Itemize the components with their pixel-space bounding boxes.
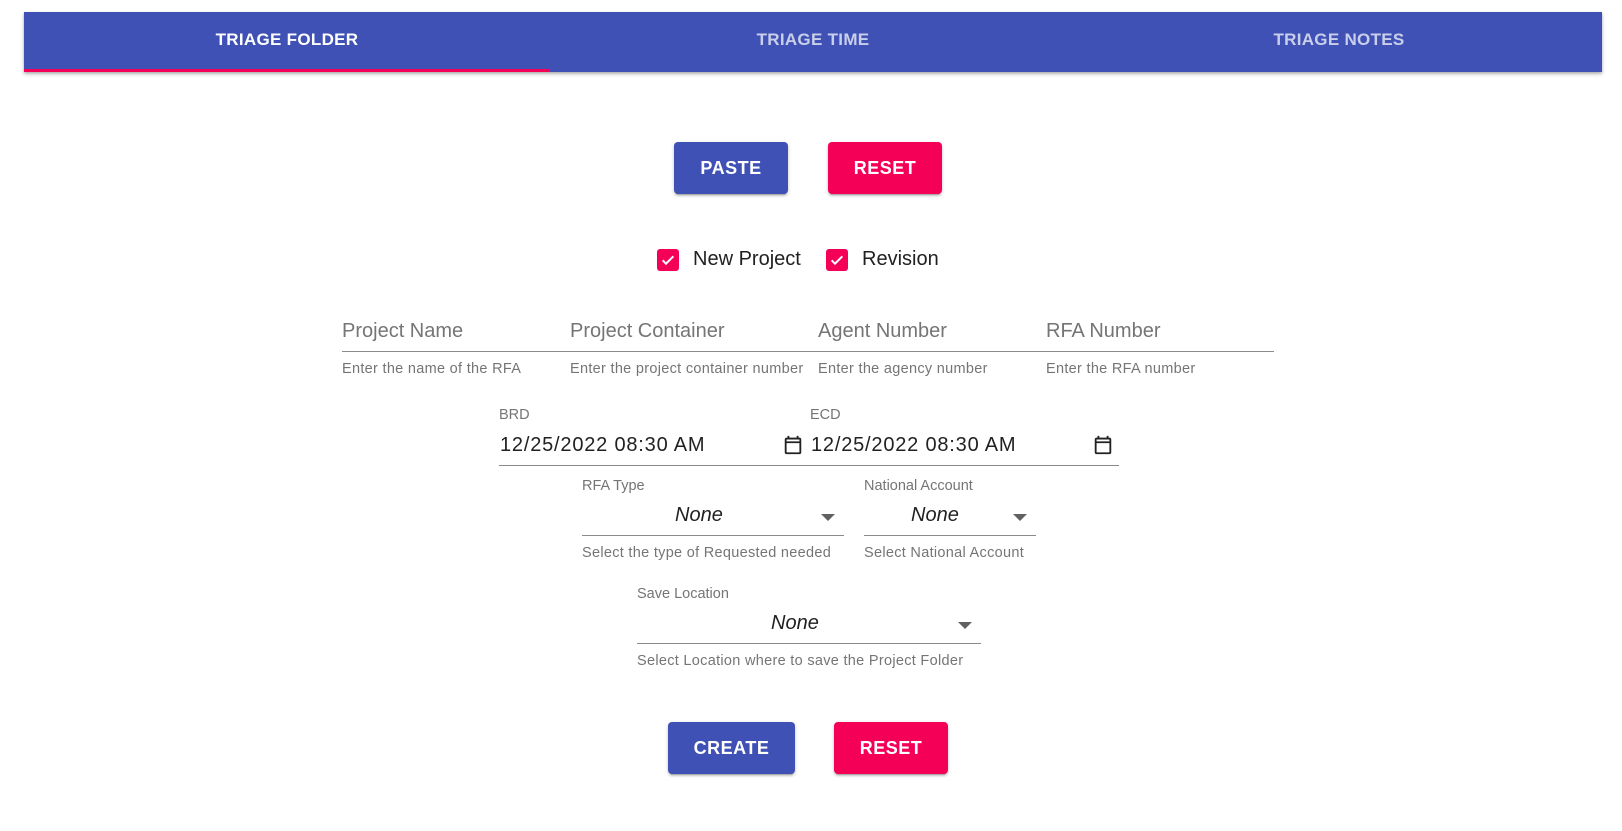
project-container-helper: Enter the project container number [570,361,804,377]
rfa-number-helper: Enter the RFA number [1046,361,1196,377]
text-fields-underline [342,351,1274,352]
national-account-select[interactable]: None [911,504,959,527]
checkbox-checked-icon[interactable] [657,248,679,271]
paste-button[interactable]: PASTE [674,142,788,194]
checkbox-checked-icon[interactable] [826,248,848,271]
brd-date-input[interactable]: 12/25/2022 08:30 AM [500,434,705,457]
reset-bottom-button[interactable]: RESET [834,722,948,774]
tab-triage-time[interactable]: TRIAGE TIME [550,12,1076,72]
date-fields-underline [499,465,1119,466]
project-name-helper: Enter the name of the RFA [342,361,522,377]
reset-top-button[interactable]: RESET [828,142,942,194]
rfa-number-input[interactable]: RFA Number [1046,320,1160,343]
dropdown-arrow-icon[interactable] [821,514,835,521]
tab-triage-notes[interactable]: TRIAGE NOTES [1076,12,1602,72]
new-project-label: New Project [693,248,801,270]
ecd-label: ECD [810,407,841,423]
dropdown-arrow-icon[interactable] [958,622,972,629]
rfa-type-select[interactable]: None [675,504,723,527]
ecd-date-input[interactable]: 12/25/2022 08:30 AM [811,434,1016,457]
tab-triage-folder[interactable]: TRIAGE FOLDER [24,12,550,72]
calendar-icon[interactable] [1092,434,1114,456]
tab-bar: TRIAGE FOLDER TRIAGE TIME TRIAGE NOTES [24,12,1602,72]
agent-number-helper: Enter the agency number [818,361,988,377]
agent-number-input[interactable]: Agent Number [818,320,947,343]
save-location-helper: Select Location where to save the Projec… [637,653,964,669]
project-name-input[interactable]: Project Name [342,320,463,343]
rfa-type-underline [582,535,844,536]
project-container-input[interactable]: Project Container [570,320,725,343]
rfa-type-label: RFA Type [582,478,645,494]
national-account-helper: Select National Account [864,545,1025,561]
save-location-underline [637,643,981,644]
calendar-icon[interactable] [782,434,804,456]
dropdown-arrow-icon[interactable] [1013,514,1027,521]
rfa-type-helper: Select the type of Requested needed [582,545,832,561]
revision-label: Revision [862,248,939,270]
national-account-underline [864,535,1036,536]
brd-label: BRD [499,407,530,423]
new-project-checkbox[interactable]: New Project [657,248,801,271]
save-location-select[interactable]: None [771,612,819,635]
create-button[interactable]: CREATE [668,722,795,774]
save-location-label: Save Location [637,586,729,602]
revision-checkbox[interactable]: Revision [826,248,939,271]
national-account-label: National Account [864,478,973,494]
